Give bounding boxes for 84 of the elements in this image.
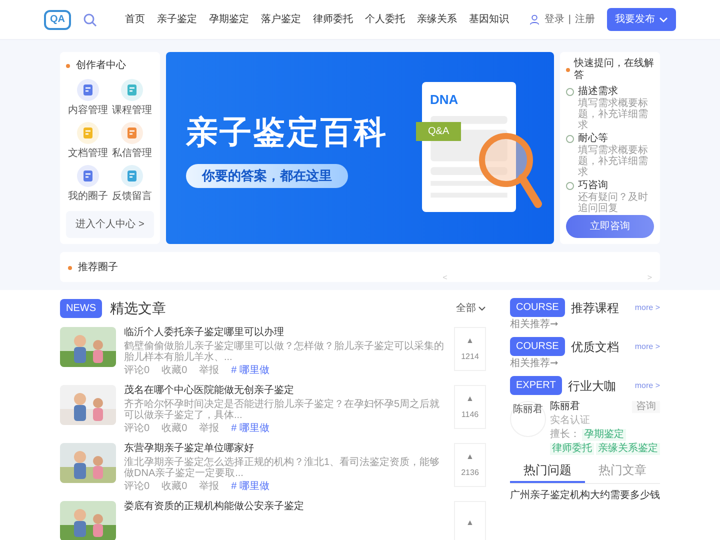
tool-label[interactable]: 文档管理 bbox=[68, 146, 108, 161]
nav-link[interactable]: 律师委托 bbox=[313, 12, 353, 27]
tool-icon bbox=[77, 165, 99, 187]
favorite-count: 收藏0 bbox=[162, 365, 188, 377]
document-title: DNA bbox=[430, 91, 460, 109]
login-link[interactable]: 登录 bbox=[544, 12, 564, 27]
favorite-count: 收藏0 bbox=[162, 423, 188, 435]
comment-count: 评论0 bbox=[124, 481, 150, 493]
vote-button[interactable]: ▲ 1214 bbox=[454, 327, 486, 371]
comment-count: 评论0 bbox=[124, 365, 150, 377]
step-description: 还有疑问？及时追问回复 bbox=[577, 192, 649, 214]
article-title[interactable]: 娄底有资质的正规机构能做公安亲子鉴定 bbox=[124, 501, 446, 513]
nav-link[interactable]: 个人委托 bbox=[365, 12, 405, 27]
article-excerpt: 鹤壁偷偷做胎儿亲子鉴定哪里可以做？怎样做？胎儿亲子鉴定可以采集的胎儿样本有胎儿羊水、... bbox=[124, 341, 445, 363]
register-link[interactable]: 注册 bbox=[575, 12, 595, 27]
tool-label[interactable]: 内容管理 bbox=[68, 103, 108, 118]
chevron-down-icon bbox=[478, 306, 486, 311]
section-badge: COURSE bbox=[510, 337, 565, 356]
article-title[interactable]: 东营孕期亲子鉴定单位哪家好 bbox=[124, 443, 446, 455]
separator: | bbox=[568, 13, 571, 27]
section-title: 行业大咖 bbox=[568, 378, 616, 394]
article-excerpt: 淮北孕期亲子鉴定怎么选择正规的机构？淮北1、看司法鉴定资质，能够做DNA亲子鉴定一定要取... bbox=[124, 457, 441, 479]
tool-label[interactable]: 反馈留言 bbox=[112, 189, 152, 204]
verified-label: 实名认证 bbox=[550, 415, 591, 427]
card-title: 快速提问，在线解答 bbox=[574, 58, 654, 82]
avatar: 陈丽君 bbox=[510, 401, 546, 437]
expert-name: 陈丽君 bbox=[550, 401, 580, 413]
card-title: 推荐圈子 bbox=[78, 260, 118, 275]
section-subtitle: 相关推荐➞ bbox=[510, 358, 559, 370]
section-badge: COURSE bbox=[510, 298, 565, 317]
article-excerpt: 齐齐哈尔怀孕时间决定是否能进行胎儿亲子鉴定？在孕妇怀孕5周之后就可以做亲子鉴定了，具体... bbox=[124, 399, 441, 421]
nav-link[interactable]: 亲子鉴定 bbox=[157, 12, 197, 27]
nav-link[interactable]: 亲缘关系 bbox=[417, 12, 457, 27]
section-subtitle: 相关推荐➞ bbox=[510, 319, 559, 331]
section-title: 精选文章 bbox=[110, 299, 166, 318]
article-title[interactable]: 临沂个人委托亲子鉴定哪里可以办理 bbox=[124, 327, 446, 339]
nav-link[interactable]: 首页 bbox=[125, 12, 145, 27]
step-name: 耐心等 bbox=[578, 133, 608, 144]
tag-link[interactable]: # 哪里做 bbox=[231, 365, 270, 377]
tool-icon bbox=[121, 165, 143, 187]
section-title: 优质文档 bbox=[570, 338, 619, 356]
skills-label: 擅长： bbox=[550, 429, 580, 441]
nav-link[interactable]: 孕期鉴定 bbox=[209, 12, 249, 27]
chevron-down-icon bbox=[659, 16, 668, 22]
tag-link[interactable]: # 哪里做 bbox=[231, 481, 270, 493]
search-icon[interactable] bbox=[83, 12, 97, 26]
tool-icon bbox=[77, 79, 99, 101]
step-name: 描述需求 bbox=[578, 86, 618, 98]
tag-link[interactable]: # 哪里做 bbox=[231, 423, 270, 435]
step-description: 填写需求概要标题，补充详细需求 bbox=[577, 98, 649, 131]
tool-label[interactable]: 我的圈子 bbox=[68, 189, 108, 204]
question-link[interactable]: 广州亲子鉴定机构大约需要多少钱 bbox=[510, 490, 660, 502]
comment-count: 评论0 bbox=[124, 423, 150, 435]
skill-tag: 律师委托 bbox=[550, 443, 594, 455]
favorite-count: 收藏0 bbox=[162, 481, 188, 493]
filter-dropdown[interactable]: 全部 bbox=[456, 301, 486, 316]
magnifier-icon bbox=[478, 132, 542, 210]
vote-button[interactable]: ▲ bbox=[454, 501, 486, 540]
tool-label[interactable]: 私信管理 bbox=[112, 146, 152, 161]
tool-label[interactable]: 课程管理 bbox=[112, 103, 152, 118]
vote-button[interactable]: ▲ 1146 bbox=[454, 385, 486, 429]
card-title: 创作者中心 bbox=[76, 58, 126, 73]
section-badge: EXPERT bbox=[510, 376, 562, 395]
user-icon bbox=[529, 14, 540, 25]
tool-icon bbox=[121, 122, 143, 144]
step-description: 填写需求概要标题，补充详细需求 bbox=[577, 145, 649, 178]
vote-button[interactable]: ▲ 2136 bbox=[454, 443, 486, 487]
section-title: 推荐课程 bbox=[570, 300, 619, 316]
step-name: 巧咨询 bbox=[578, 180, 608, 192]
article-title[interactable]: 茂名在哪个中心医院能做无创亲子鉴定 bbox=[124, 385, 446, 397]
skill-tag: 孕期鉴定 bbox=[582, 429, 626, 441]
banner-subtitle: 你要的答案，都在这里 bbox=[186, 164, 348, 188]
consult-button[interactable]: 立即咨询 bbox=[566, 215, 654, 238]
nav-link[interactable]: 落户鉴定 bbox=[261, 12, 301, 27]
banner-title: 亲子鉴定百科 bbox=[186, 113, 388, 152]
skill-tag: 亲缘关系鉴定 bbox=[596, 443, 660, 455]
qa-tag: Q&A bbox=[416, 122, 462, 141]
publish-button[interactable]: 我要发布 bbox=[607, 8, 676, 31]
section-badge: NEWS bbox=[60, 299, 102, 318]
personal-center-button[interactable]: 进入个人中心 > bbox=[66, 211, 154, 238]
tool-icon bbox=[121, 79, 143, 101]
nav-link[interactable]: 基因知识 bbox=[469, 12, 509, 27]
tool-icon bbox=[77, 122, 99, 144]
tab[interactable]: 热门问题 bbox=[510, 461, 585, 483]
